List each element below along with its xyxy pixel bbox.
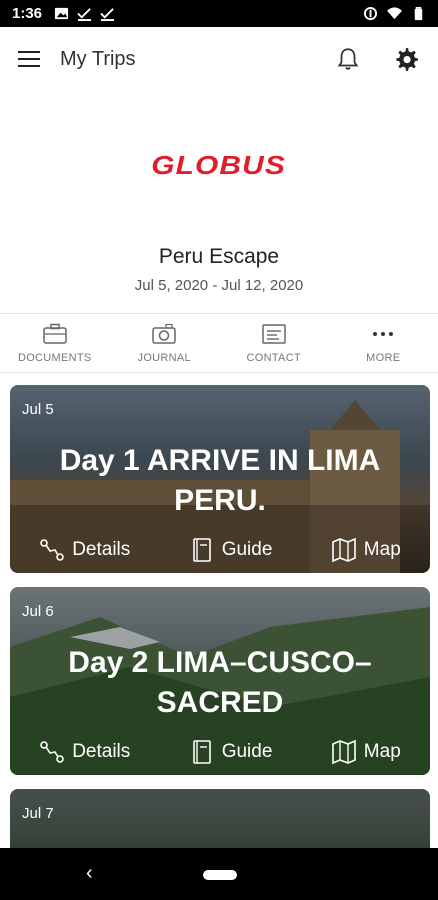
- brand-logo: GLOBUS: [0, 150, 438, 181]
- system-nav-bar: ‹: [0, 848, 438, 900]
- details-label: Details: [72, 741, 131, 762]
- card-title: Day 1 ARRIVE IN LIMA PERU.: [59, 444, 381, 517]
- itinerary-day-card[interactable]: Jul 6 Day 2 LIMA–CUSCO–SACRED Details Gu…: [10, 587, 430, 775]
- book-icon: [192, 740, 211, 764]
- app-bar-actions: [334, 45, 420, 73]
- briefcase-icon: [42, 322, 68, 346]
- checkmark-notification-icon: [100, 8, 115, 21]
- card-date: Jul 5: [22, 401, 54, 418]
- itinerary-day-card[interactable]: Jul 5 Day 1 ARRIVE IN LIMA PERU. Details…: [10, 385, 430, 573]
- hamburger-menu-icon[interactable]: [18, 46, 44, 72]
- status-notification-icons: [54, 6, 115, 21]
- card-date: Jul 6: [22, 603, 54, 620]
- status-time: 1:36: [12, 5, 43, 22]
- brand-logo-text: GLOBUS: [151, 150, 287, 180]
- tab-journal[interactable]: JOURNAL: [110, 314, 220, 372]
- guide-button[interactable]: Guide: [189, 537, 273, 563]
- page-title: My Trips: [60, 47, 136, 70]
- trip-dates: Jul 5, 2020 - Jul 12, 2020: [134, 277, 304, 294]
- checkmark-notification-icon: [77, 8, 92, 21]
- screen: 1:36 My Trips GLOBUS Peru Escape Jul 5, …: [0, 0, 438, 900]
- tab-label: CONTACT: [246, 352, 301, 364]
- itinerary-list: Jul 5 Day 1 ARRIVE IN LIMA PERU. Details…: [10, 385, 430, 883]
- guide-label: Guide: [221, 539, 273, 560]
- app-bar: My Trips: [0, 27, 438, 91]
- map-button[interactable]: Map: [331, 537, 401, 563]
- tab-label: MORE: [366, 352, 401, 364]
- map-icon: [331, 739, 356, 765]
- card-title: Day 2 LIMA–CUSCO–SACRED: [68, 646, 372, 719]
- status-bar: 1:36: [0, 0, 438, 27]
- map-button[interactable]: Map: [331, 739, 401, 765]
- settings-gear-icon[interactable]: [392, 45, 420, 73]
- tab-contact[interactable]: CONTACT: [219, 314, 329, 372]
- more-dots-icon: [370, 322, 396, 346]
- trip-title: Peru Escape: [158, 245, 280, 268]
- tab-more[interactable]: MORE: [329, 314, 438, 372]
- card-actions: Details Guide Map: [10, 537, 430, 563]
- wifi-icon: [387, 7, 402, 20]
- tab-label: DOCUMENTS: [17, 352, 92, 364]
- tab-documents[interactable]: DOCUMENTS: [0, 314, 110, 372]
- image-notification-icon: [54, 7, 69, 20]
- trip-tab-row: DOCUMENTS JOURNAL CONTACT MORE: [0, 313, 438, 373]
- battery-icon: [414, 6, 423, 21]
- route-icon: [40, 741, 65, 763]
- home-pill-icon[interactable]: [203, 870, 237, 880]
- data-saver-icon: [363, 6, 378, 21]
- map-label: Map: [363, 741, 401, 762]
- status-system-icons: [363, 6, 426, 21]
- camera-icon: [151, 322, 177, 346]
- book-icon: [192, 538, 211, 562]
- card-actions: Details Guide Map: [10, 739, 430, 765]
- details-label: Details: [72, 539, 131, 560]
- guide-label: Guide: [221, 741, 273, 762]
- details-button[interactable]: Details: [39, 537, 130, 563]
- contact-card-icon: [261, 322, 287, 346]
- card-date: Jul 7: [22, 805, 54, 822]
- map-icon: [331, 537, 356, 563]
- notifications-bell-icon[interactable]: [334, 45, 362, 73]
- tab-label: JOURNAL: [137, 352, 191, 364]
- details-button[interactable]: Details: [39, 739, 130, 765]
- map-label: Map: [363, 539, 401, 560]
- back-icon[interactable]: ‹: [86, 862, 93, 885]
- route-icon: [40, 539, 65, 561]
- guide-button[interactable]: Guide: [189, 739, 273, 765]
